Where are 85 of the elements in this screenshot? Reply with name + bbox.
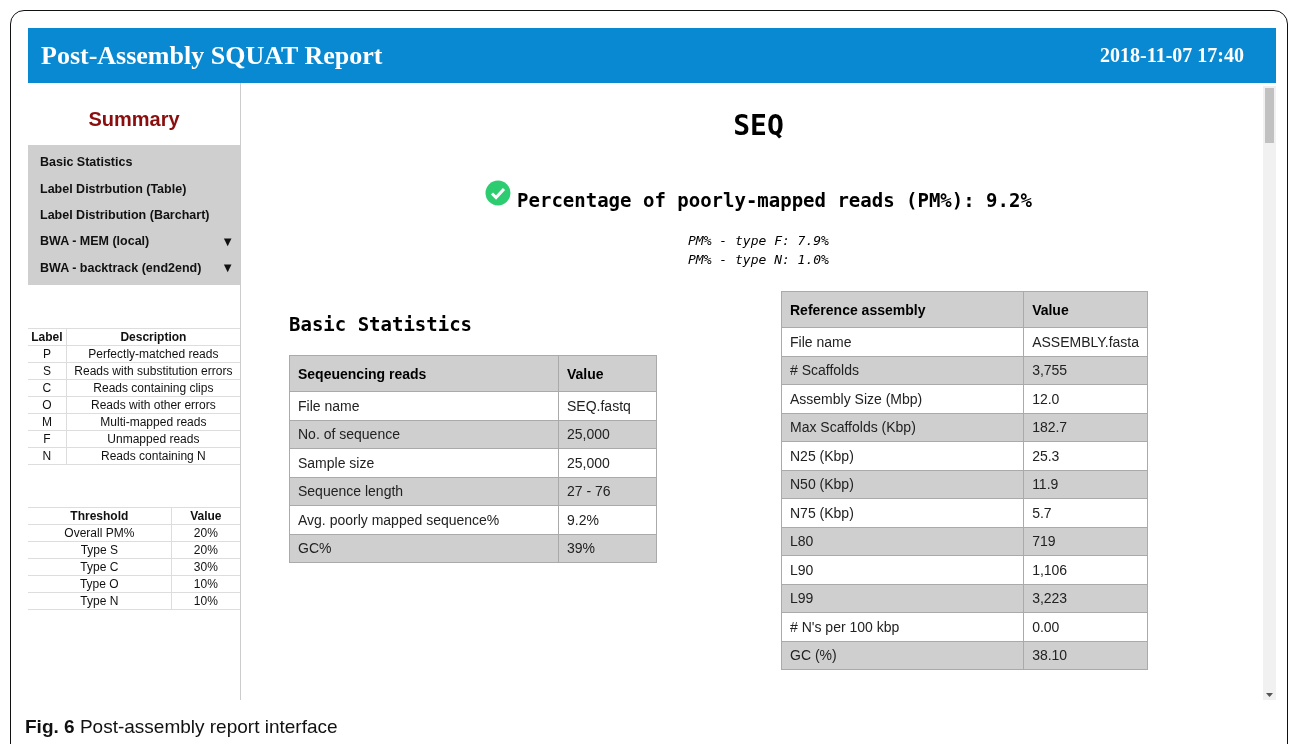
scroll-thumb[interactable] — [1265, 88, 1274, 143]
nav-item[interactable]: BWA - backtrack (end2end) ▼ — [28, 254, 240, 281]
table-cell: L80 — [781, 527, 1024, 556]
table-cell: 9.2% — [558, 505, 657, 534]
table-cell: Type N — [28, 592, 172, 610]
table-cell: 10% — [171, 575, 240, 593]
table-cell: Reads with substitution errors — [66, 362, 240, 380]
table-cell: File name — [781, 327, 1024, 356]
table-cell: 10% — [171, 592, 240, 610]
table-cell: 1,106 — [1023, 555, 1148, 584]
table-cell: Overall PM% — [28, 524, 172, 542]
column-header: Value — [171, 507, 240, 525]
table-cell: Multi-mapped reads — [66, 413, 240, 431]
table-cell: 0.00 — [1023, 612, 1148, 641]
table-cell: SEQ.fastq — [558, 391, 657, 420]
table-cell: L90 — [781, 555, 1024, 584]
nav-item[interactable]: Label Distrbution (Table) — [28, 175, 240, 202]
report-title: Post-Assembly SQUAT Report — [41, 40, 383, 71]
timestamp: 2018-11-07 17:40 — [1100, 44, 1244, 67]
table-cell: Avg. poorly mapped sequence% — [289, 505, 559, 534]
table-cell: 3,755 — [1023, 356, 1148, 385]
column-header: Value — [558, 355, 657, 392]
table-cell: 25.3 — [1023, 441, 1148, 470]
nav-item[interactable]: Basic Statistics — [28, 149, 240, 176]
table-cell: F — [28, 430, 67, 448]
table-cell: Sample size — [289, 448, 559, 477]
column-header: Seqeuencing reads — [289, 355, 559, 392]
sidebar-title: Summary — [87, 108, 181, 131]
table-cell: L99 — [781, 584, 1024, 613]
scrollbar[interactable] — [1263, 86, 1276, 700]
section-heading: Basic Statistics — [289, 313, 474, 335]
table-cell: File name — [289, 391, 559, 420]
table-cell: N — [28, 447, 67, 465]
table-cell: P — [28, 345, 67, 363]
table-cell: 719 — [1023, 527, 1148, 556]
table-cell: No. of sequence — [289, 420, 559, 449]
table-cell: Reads containing N — [66, 447, 240, 465]
table-cell: Reads with other errors — [66, 396, 240, 414]
table-cell: S — [28, 362, 67, 380]
column-header: Threshold — [28, 507, 172, 525]
table-cell: Reads containing clips — [66, 379, 240, 397]
table-cell: C — [28, 379, 67, 397]
table-cell: 5.7 — [1023, 498, 1148, 527]
table-cell: N50 (Kbp) — [781, 470, 1024, 499]
nav-item[interactable]: Label Distribution (Barchart) — [28, 201, 240, 229]
table-cell: O — [28, 396, 67, 414]
table-cell: 182.7 — [1023, 413, 1148, 442]
table-cell: N25 (Kbp) — [781, 441, 1024, 470]
table-cell: # N's per 100 kbp — [781, 612, 1024, 641]
table-cell: 25,000 — [558, 448, 657, 477]
table-cell: GC% — [289, 534, 559, 563]
table-cell: 20% — [171, 541, 240, 559]
table-cell: ASSEMBLY.fasta — [1023, 327, 1148, 356]
table-cell: GC (%) — [781, 641, 1024, 670]
table-cell: Sequence length — [289, 477, 559, 506]
figure-caption: Fig. 6 Post-assembly report interface — [25, 716, 338, 738]
table-cell: Type C — [28, 558, 172, 576]
table-cell: Unmapped reads — [66, 430, 240, 448]
pm-headline: Percentage of poorly-mapped reads (PM%): 9.2% — [517, 189, 1032, 211]
table-cell: 39% — [558, 534, 657, 563]
column-header: Reference assembly — [781, 291, 1024, 328]
table-cell: 25,000 — [558, 420, 657, 449]
table-cell: N75 (Kbp) — [781, 498, 1024, 527]
column-header: Value — [1023, 291, 1148, 328]
pm-detail: PM% - type F: 7.9% — [688, 232, 829, 250]
table-cell: 20% — [171, 524, 240, 542]
table-cell: Type O — [28, 575, 172, 593]
table-cell: # Scaffolds — [781, 356, 1024, 385]
table-cell: 30% — [171, 558, 240, 576]
table-cell: Assembly Size (Mbp) — [781, 384, 1024, 413]
column-header: Description — [66, 328, 240, 346]
table-cell: Max Scaffolds (Kbp) — [781, 413, 1024, 442]
table-cell: 11.9 — [1023, 470, 1148, 499]
table-cell: 3,223 — [1023, 584, 1148, 613]
column-header: Label — [28, 328, 67, 346]
table-cell: 38.10 — [1023, 641, 1148, 670]
nav-item[interactable]: BWA - MEM (local) ▼ — [28, 228, 240, 255]
table-cell: Type S — [28, 541, 172, 559]
table-cell: 27 - 76 — [558, 477, 657, 506]
sample-title: SEQ — [733, 109, 784, 142]
pm-detail: PM% - type N: 1.0% — [688, 251, 829, 269]
scroll-down-icon[interactable] — [1266, 693, 1273, 697]
table-cell: M — [28, 413, 67, 431]
table-cell: 12.0 — [1023, 384, 1148, 413]
table-cell: Perfectly-matched reads — [66, 345, 240, 363]
